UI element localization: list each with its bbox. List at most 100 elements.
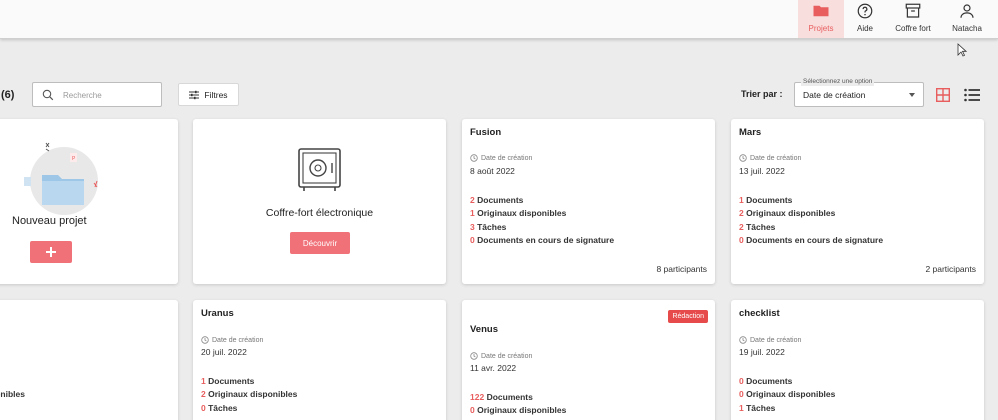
- nav-user-account[interactable]: Natacha: [944, 0, 990, 38]
- date-value: 20 juil. 2022: [201, 347, 247, 357]
- project-title: Fusion: [470, 127, 502, 138]
- safe-icon: [298, 148, 341, 191]
- stat-signing: 0 Documents en cours de signature: [470, 235, 614, 245]
- stat-documents: 1 Documents: [739, 195, 792, 205]
- stat-originals: 1 Originaux disponibles: [470, 208, 566, 218]
- status-badge: Rédaction: [668, 310, 708, 323]
- stat-number: 0: [739, 235, 744, 245]
- stat-number: 0: [739, 376, 744, 386]
- stat-originals: 0 Originaux disponibles: [739, 389, 835, 399]
- stat-number: 1: [470, 208, 475, 218]
- stat-originals-partial: ponibles: [0, 389, 25, 399]
- stat-label: Originaux disponibles: [208, 389, 298, 399]
- date-label: Date de création: [470, 154, 532, 162]
- project-title: checklist: [739, 308, 780, 319]
- new-project-title: Nouveau projet: [12, 215, 87, 227]
- stat-label: Documents: [486, 392, 533, 402]
- participants-count: 2 participants: [925, 264, 976, 274]
- sort-value: Date de création: [803, 90, 866, 100]
- project-card-venus[interactable]: Rédaction Venus Date de création 11 avr.…: [462, 300, 715, 420]
- stat-label: Documents: [477, 195, 524, 205]
- user-icon: [960, 4, 974, 18]
- stat-label: Documents en cours de signature: [477, 235, 615, 245]
- nav-projets[interactable]: Projets: [798, 0, 844, 38]
- date-label: Date de création: [739, 336, 801, 344]
- stat-label: Documents: [208, 376, 255, 386]
- stat-number: 122: [470, 392, 485, 402]
- stat-number: 3: [470, 222, 475, 232]
- stat-label: Documents: [746, 195, 793, 205]
- clock-icon: [470, 154, 478, 162]
- nav-coffre-fort[interactable]: Coffre fort: [888, 0, 938, 38]
- participants-count: 8 participants: [656, 264, 707, 274]
- grid-view-icon[interactable]: [936, 88, 950, 102]
- date-label: Date de création: [201, 336, 263, 344]
- stat-label: Originaux disponibles: [477, 208, 567, 218]
- clock-icon: [470, 352, 478, 360]
- sort-legend: Sélectionnez une option: [801, 78, 875, 86]
- project-title: Venus: [470, 324, 498, 335]
- nav-user-label: Natacha: [952, 24, 982, 33]
- project-title: Uranus: [201, 308, 234, 319]
- stat-label: Tâches: [477, 222, 507, 232]
- search-box[interactable]: [32, 82, 162, 107]
- stat-label: Tâches: [208, 403, 238, 413]
- filters-button[interactable]: Filtres: [178, 83, 239, 106]
- stat-number: 0: [201, 403, 206, 413]
- nav-coffre-label: Coffre fort: [895, 24, 931, 33]
- date-value: 11 avr. 2022: [470, 363, 517, 373]
- search-icon: [42, 89, 54, 101]
- mouse-cursor-icon: [957, 43, 967, 57]
- project-count: (6): [1, 89, 15, 101]
- nav-projets-label: Projets: [808, 24, 834, 33]
- date-label: Date de création: [470, 352, 532, 360]
- plus-icon: [46, 247, 56, 257]
- stat-tasks: 0 Tâches: [201, 403, 237, 413]
- stat-number: 2: [201, 389, 206, 399]
- stat-number: 2: [739, 208, 744, 218]
- help-icon: [857, 3, 873, 19]
- clock-icon: [739, 336, 747, 344]
- archive-box-icon: [905, 3, 921, 18]
- new-project-illustration: P: [24, 142, 98, 215]
- clock-icon: [739, 154, 747, 162]
- stat-number: 1: [739, 403, 744, 413]
- stat-number: 1: [201, 376, 206, 386]
- project-card-uranus[interactable]: Uranus Date de création 20 juil. 2022 1 …: [193, 300, 446, 420]
- project-card-fusion[interactable]: Fusion Date de création 8 août 2022 2 Do…: [462, 119, 715, 284]
- clock-icon: [201, 336, 209, 344]
- sort-select[interactable]: Sélectionnez une option Date de création: [794, 78, 924, 107]
- top-navigation-bar: Projets Aide Coffre fort Natacha: [0, 0, 998, 39]
- date-label-text: Date de création: [750, 336, 802, 344]
- stat-documents: 0 Documents: [739, 376, 792, 386]
- stat-number: 0: [470, 405, 475, 415]
- stat-tasks: 2 Tâches: [739, 222, 775, 232]
- stat-label: Tâches: [746, 403, 776, 413]
- filters-label: Filtres: [204, 89, 228, 100]
- date-value: 8 août 2022: [470, 166, 515, 176]
- stat-originals: 2 Originaux disponibles: [201, 389, 297, 399]
- stat-documents: 122 Documents: [470, 392, 533, 402]
- stat-tasks: 1 Tâches: [739, 403, 775, 413]
- nav-aide[interactable]: Aide: [846, 0, 884, 38]
- add-project-button[interactable]: [30, 241, 72, 263]
- stat-signing: 0 Documents en cours de signature: [739, 235, 883, 245]
- date-value: 13 juil. 2022: [739, 166, 785, 176]
- discover-button[interactable]: Découvrir: [290, 232, 350, 254]
- stat-originals: 2 Originaux disponibles: [739, 208, 835, 218]
- project-card-mars[interactable]: Mars Date de création 13 juil. 2022 1 Do…: [731, 119, 984, 284]
- list-view-icon[interactable]: [964, 88, 980, 102]
- stat-documents: 2 Documents: [470, 195, 523, 205]
- project-card-partial[interactable]: ponibles: [0, 300, 178, 420]
- stat-documents: 1 Documents: [201, 376, 254, 386]
- project-card-checklist[interactable]: checklist Date de création 19 juil. 2022…: [731, 300, 984, 420]
- stat-label: Originaux disponibles: [477, 405, 567, 415]
- stat-number: 1: [739, 195, 744, 205]
- new-project-card[interactable]: P Nouveau projet: [0, 119, 178, 284]
- stat-label: Originaux disponibles: [746, 208, 836, 218]
- stat-number: 0: [739, 389, 744, 399]
- search-input[interactable]: [63, 87, 157, 103]
- stat-originals: 0 Originaux disponibles: [470, 405, 566, 415]
- stat-label: Tâches: [746, 222, 776, 232]
- date-label-text: Date de création: [481, 154, 533, 162]
